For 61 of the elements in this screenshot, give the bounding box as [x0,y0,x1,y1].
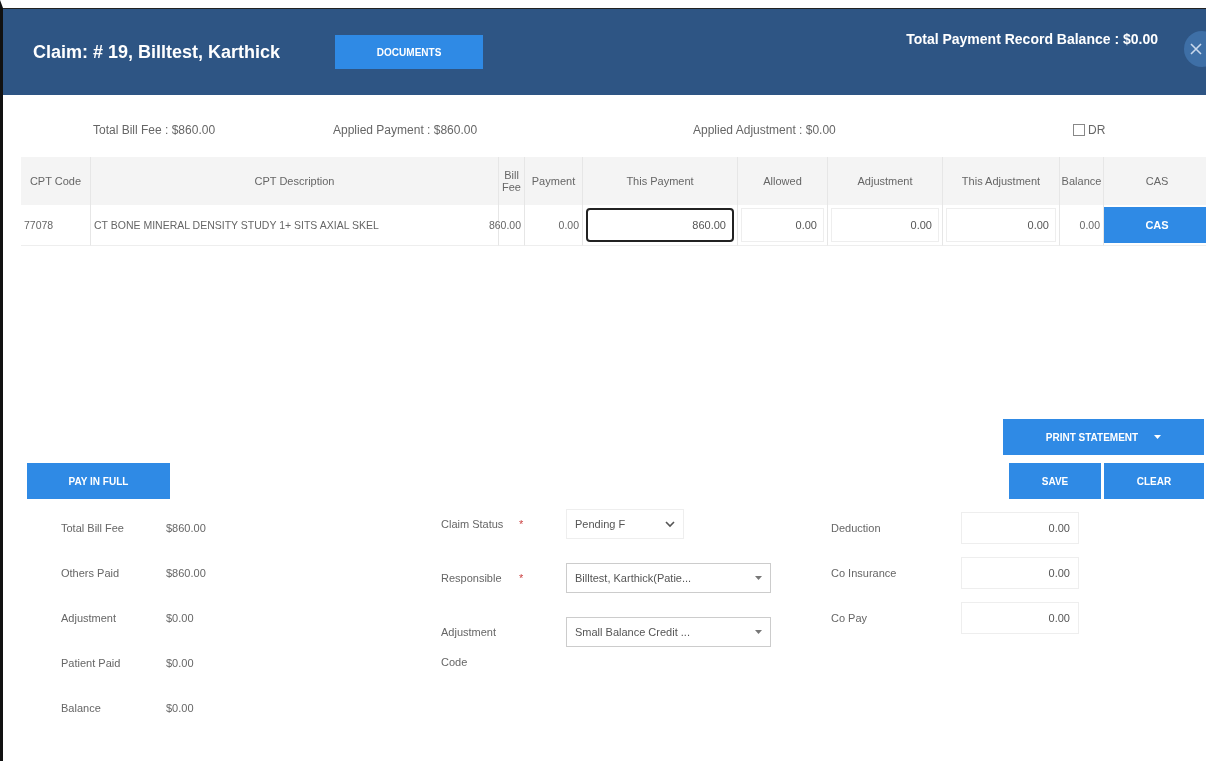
caret-down-icon [755,576,762,580]
dr-label: DR [1088,123,1106,137]
claim-dropdown[interactable]: Small Balance Credit ... [566,617,771,647]
column-header: Allowed [763,175,802,187]
chevron-down-icon [665,520,675,528]
print-statement-button[interactable]: PRINT STATEMENT [1003,419,1204,455]
column-header: This Adjustment [961,175,1041,187]
payment-record-balance: Total Payment Record Balance : $0.00 [906,31,1158,47]
column-header: Bill Fee [501,169,522,193]
save-button[interactable]: SAVE [1009,463,1101,499]
applied-adjustment: Applied Adjustment : $0.00 [693,123,837,137]
total-label: Adjustment [61,611,118,624]
column-header: Payment [531,175,576,187]
field-label: Responsible [441,571,503,586]
dr-checkbox[interactable] [1073,124,1085,136]
amount-input[interactable]: 0.00 [961,556,1079,589]
amount-input[interactable]: 0.00 [961,511,1079,544]
required-asterisk: * [519,517,524,532]
field-label: Claim Status [441,517,505,532]
field-label: Adjustment Code [441,625,498,670]
total-bill-fee: Total Bill Fee : $860.00 [93,123,217,137]
column-header: Balance [1061,175,1102,187]
claim-dropdown[interactable]: Billtest, Karthick(Patie... [566,563,771,593]
claim-title: Claim: # 19, Billtest, Karthick [33,41,281,63]
column-header: This Payment [626,175,694,187]
required-asterisk: * [519,571,524,586]
column-header: CPT Code [29,175,82,187]
total-label: Others Paid [61,566,121,579]
total-label: Total Bill Fee [61,521,125,534]
column-header: Adjustment [857,175,913,187]
caret-down-icon [755,630,762,634]
amount-input[interactable]: 0.00 [946,208,1056,242]
total-value: $0.00 [166,611,195,624]
amount-input[interactable]: 860.00 [586,208,734,242]
total-value: $860.00 [166,566,207,579]
column-header: CPT Description [254,175,335,187]
claim-dropdown[interactable]: Pending F [566,509,684,539]
caret-down-icon [1154,435,1162,439]
total-label: Balance [61,701,102,714]
field-label: Deduction [831,521,882,534]
table-cell: 0.00 [558,219,579,231]
clear-button[interactable]: CLEAR [1104,463,1204,499]
total-label: Patient Paid [61,656,122,669]
applied-payment: Applied Payment : $860.00 [333,123,479,137]
column-header: CAS [1145,175,1169,187]
table-cell: 860.00 [488,219,521,231]
total-value: $860.00 [166,521,207,534]
amount-input[interactable]: 0.00 [831,208,939,242]
total-value: $0.00 [166,701,195,714]
amount-input[interactable]: 0.00 [741,208,824,242]
documents-button[interactable]: DOCUMENTS [335,35,484,69]
table-cell: CT BONE MINERAL DENSITY STUDY 1+ SITS AXIAL SKEL [94,219,379,231]
total-value: $0.00 [166,656,195,669]
cas-button[interactable]: CAS [1104,207,1206,243]
close-icon [1190,43,1202,55]
amount-input[interactable]: 0.00 [961,601,1079,634]
table-cell: 0.00 [1079,219,1100,231]
pay-in-full-button[interactable]: PAY IN FULL [27,463,170,499]
table-cell: 77078 [24,219,54,231]
field-label: Co Insurance [831,566,898,579]
field-label: Co Pay [831,611,869,624]
